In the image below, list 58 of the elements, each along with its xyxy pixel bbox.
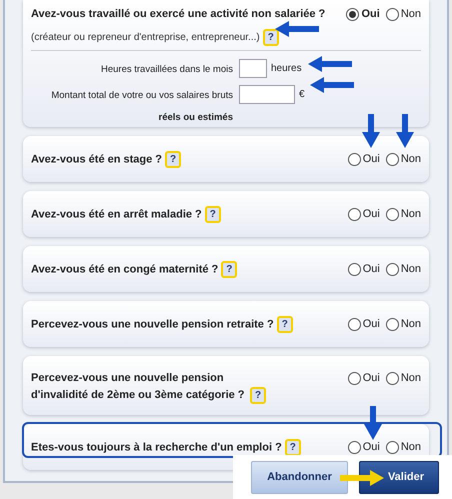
question-text: Avez-vous été en congé maternité ? bbox=[31, 262, 218, 275]
radio-button[interactable] bbox=[348, 262, 361, 276]
pointer-arrow bbox=[308, 56, 352, 72]
radio-option[interactable]: Oui bbox=[348, 370, 380, 386]
radio-option[interactable]: Non bbox=[386, 150, 421, 168]
pointer-arrow bbox=[396, 114, 414, 148]
radio-option[interactable]: Non bbox=[386, 316, 421, 332]
help-button[interactable]: ? bbox=[262, 28, 279, 46]
pointer-arrow bbox=[364, 406, 382, 440]
radio-option[interactable]: Non bbox=[386, 206, 421, 222]
radio-button[interactable] bbox=[348, 440, 361, 454]
pointer-arrow bbox=[275, 21, 319, 37]
radio-option[interactable]: Non bbox=[386, 260, 421, 278]
help-button[interactable]: ? bbox=[276, 316, 293, 332]
pointer-arrow bbox=[310, 77, 354, 93]
submit-button[interactable]: Valider bbox=[359, 460, 439, 494]
radio-button[interactable] bbox=[346, 8, 360, 21]
radio-button[interactable] bbox=[386, 8, 399, 21]
radio-button[interactable] bbox=[386, 440, 399, 454]
radio-option[interactable]: Non bbox=[386, 6, 421, 22]
help-button[interactable]: ? bbox=[221, 260, 238, 278]
radio-option[interactable]: Oui bbox=[348, 438, 380, 456]
radio-option[interactable]: Non bbox=[386, 438, 421, 456]
input-field[interactable] bbox=[239, 58, 267, 78]
question-text: Avez-vous été en stage ? bbox=[31, 152, 162, 165]
radio-option[interactable]: Oui bbox=[348, 316, 380, 332]
question-text: Avez-vous travaillé ou exercé une activité non salariée ? bbox=[31, 7, 326, 22]
unit-label: heures bbox=[271, 62, 302, 76]
input-field[interactable] bbox=[239, 84, 295, 104]
radio-option[interactable]: Oui bbox=[348, 150, 380, 168]
field-label: Heures travaillées dans le mois bbox=[100, 62, 233, 76]
radio-button[interactable] bbox=[386, 208, 399, 220]
field-label: Montant total de votre ou vos salaires bruts réels ou estimés bbox=[50, 88, 233, 124]
question-text: Avez-vous été en arrêt maladie ? bbox=[31, 208, 202, 220]
pointer-arrow bbox=[362, 114, 380, 148]
radio-button[interactable] bbox=[348, 208, 361, 220]
question-text: Percevez-vous une nouvelle pension d'invalidité de 2ème ou 3ème catégorie ? bbox=[31, 371, 246, 403]
radio-option[interactable]: Oui bbox=[346, 6, 380, 22]
radio-button[interactable] bbox=[386, 318, 399, 330]
help-button[interactable]: ? bbox=[284, 438, 301, 456]
radio-button[interactable] bbox=[348, 372, 361, 385]
radio-option[interactable]: Oui bbox=[348, 260, 380, 278]
pointer-arrow bbox=[340, 470, 384, 486]
radio-button[interactable] bbox=[348, 318, 361, 330]
radio-button[interactable] bbox=[348, 152, 361, 166]
help-button[interactable]: ? bbox=[250, 387, 266, 404]
radio-button[interactable] bbox=[386, 262, 399, 276]
question-text: Etes-vous toujours à la recherche d'un emploi ? bbox=[31, 440, 282, 453]
help-button[interactable]: ? bbox=[165, 150, 182, 168]
question-text: Percevez-vous une nouvelle pension retraite ? bbox=[31, 318, 274, 330]
radio-button[interactable] bbox=[386, 152, 399, 166]
unit-label: € bbox=[299, 88, 305, 102]
radio-option[interactable]: Non bbox=[386, 370, 421, 386]
cancel-button[interactable]: Abandonner bbox=[251, 460, 348, 494]
help-button[interactable]: ? bbox=[204, 206, 221, 222]
question-note: (créateur ou repreneur d'entreprise, entrepreneur...) bbox=[31, 30, 260, 44]
radio-option[interactable]: Oui bbox=[348, 206, 380, 222]
radio-button[interactable] bbox=[386, 372, 399, 385]
